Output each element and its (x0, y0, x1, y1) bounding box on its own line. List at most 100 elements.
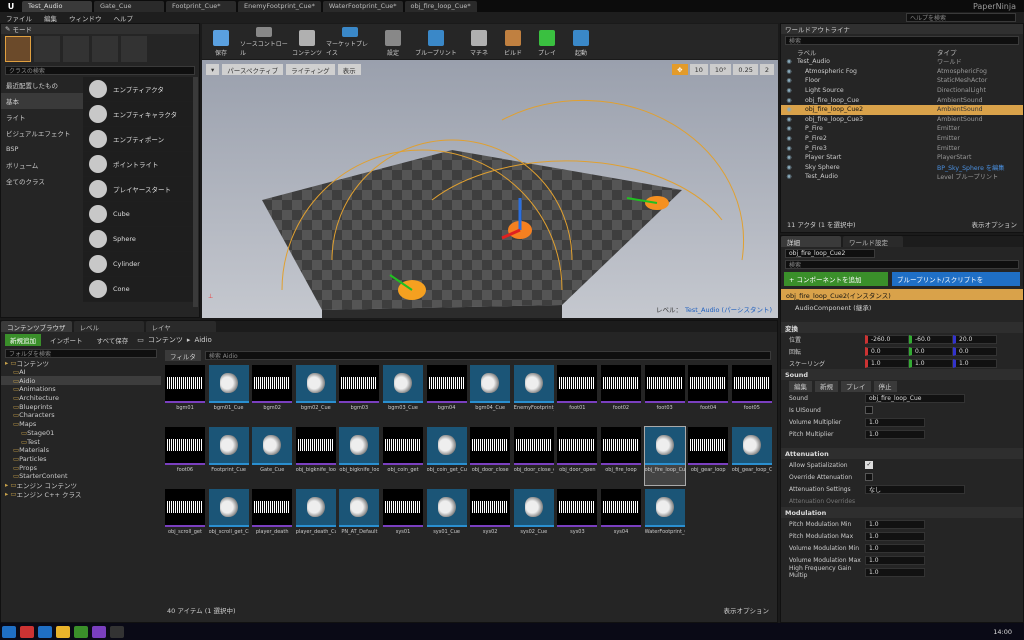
asset-search-input[interactable]: 検索 Aidio (204, 351, 771, 360)
scale-z[interactable]: 1.0 (953, 358, 997, 368)
asset-tile[interactable]: foot01 (557, 365, 598, 423)
component-row[interactable]: AudioComponent (継承) (781, 300, 1023, 314)
mode-category[interactable]: ライト (1, 109, 83, 125)
asset-tile[interactable]: EnemyFootprint_Cue (513, 365, 554, 423)
tab-world-settings[interactable]: ワールド設定 (843, 236, 903, 247)
outliner-row[interactable]: ◉ obj_fire_loop_Cue2 AmbientSound (781, 104, 1023, 115)
app-icon[interactable] (20, 625, 34, 638)
asset-tile[interactable]: obj_gear_loop (688, 427, 729, 485)
excel-icon[interactable] (74, 625, 88, 638)
landscape-mode-icon[interactable] (63, 36, 89, 62)
asset-tile[interactable]: bgm02_Cue (295, 365, 336, 423)
asset-tile[interactable]: PN_AT_Default (339, 489, 380, 547)
mode-category[interactable]: 全てのクラス (1, 173, 83, 189)
visibility-icon[interactable]: ◉ (781, 58, 797, 65)
rotation-z[interactable]: 0.0 (953, 346, 997, 356)
location-y[interactable]: -60.0 (909, 334, 953, 344)
vs-icon[interactable] (92, 625, 106, 638)
asset-tile[interactable]: bgm01_Cue (208, 365, 249, 423)
unreal-task-icon[interactable] (110, 625, 124, 638)
vol-max-field[interactable]: 1.0 (865, 555, 925, 565)
tab-details[interactable]: 詳細 (781, 236, 841, 247)
document-tab[interactable]: WaterFootprint_Cue* (322, 0, 403, 12)
folder-node[interactable]: ▭ Blueprints (1, 402, 161, 411)
asset-tile[interactable]: player_death (252, 489, 293, 547)
location-x[interactable]: -260.0 (865, 334, 909, 344)
rotation-y[interactable]: 0.0 (909, 346, 953, 356)
visibility-icon[interactable]: ◉ (781, 135, 797, 142)
is-ui-checkbox[interactable] (865, 406, 873, 414)
att-settings-field[interactable]: なし (865, 484, 965, 494)
path-root[interactable]: コンテンツ (148, 335, 183, 345)
toolbar-button[interactable]: ブループリント (412, 27, 460, 57)
outliner-row[interactable]: ◉ Floor StaticMeshActor (781, 76, 1023, 86)
toolbar-button[interactable]: プレイ (532, 27, 562, 57)
att-overrides-row[interactable]: Attenuation Overrides (781, 495, 1023, 507)
blueprint-script-button[interactable]: ブループリント/スクリプトを (892, 272, 1020, 286)
asset-tile[interactable]: sys03 (557, 489, 598, 547)
asset-view-options[interactable]: 表示オプション (724, 605, 770, 615)
save-all-button[interactable]: すべて保存 (92, 335, 134, 346)
asset-tile[interactable]: obj_door_close (470, 427, 511, 485)
modes-scrollbar[interactable] (193, 77, 198, 307)
outliner-row[interactable]: ◉ obj_fire_loop_Cue AmbientSound (781, 95, 1023, 105)
outliner-row[interactable]: ◉ P_Fire3 Emitter (781, 143, 1023, 153)
asset-tile[interactable]: bgm04_Cue (470, 365, 511, 423)
outliner-row[interactable]: ◉ P_Fire Emitter (781, 124, 1023, 134)
col-label[interactable]: ラベル (797, 47, 937, 57)
outliner-row[interactable]: ◉ Player Start PlayerStart (781, 153, 1023, 163)
modulation-section[interactable]: Modulation (781, 507, 1023, 518)
asset-tile[interactable]: foot03 (644, 365, 685, 423)
asset-tile[interactable]: player_death_Cue (295, 489, 336, 547)
folder-node[interactable]: ▭ Props (1, 463, 161, 472)
visibility-icon[interactable]: ◉ (781, 145, 797, 152)
folder-node[interactable]: ▭ Architecture (1, 394, 161, 403)
asset-tile[interactable]: WaterFootprint_Cue (644, 489, 685, 547)
transform-section[interactable]: 変換 (781, 322, 1023, 333)
folder-node[interactable]: ▸ ▭ コンテンツ (1, 359, 161, 368)
asset-tile[interactable]: obj_bigknife_loop_Cue (339, 427, 380, 485)
visibility-icon[interactable]: ◉ (781, 173, 797, 180)
menu-item[interactable]: ヘルプ (108, 13, 140, 23)
level-viewport[interactable]: ▾ パースペクティブ ライティング 表示 ✥ 10 10° 0.25 2 ⊥ レ… (202, 60, 778, 318)
geometry-mode-icon[interactable] (121, 36, 147, 62)
asset-tile[interactable]: bgm01 (165, 365, 205, 423)
asset-tile[interactable]: sys01 (383, 489, 423, 547)
asset-tile[interactable]: foot02 (601, 365, 641, 423)
pitch-mult-field[interactable]: 1.0 (865, 429, 925, 439)
visibility-icon[interactable]: ◉ (781, 116, 797, 123)
toolbar-button[interactable]: 起動 (566, 27, 596, 57)
folder-node[interactable]: ▭ AI (1, 368, 161, 377)
start-icon[interactable] (2, 625, 16, 638)
tab-level[interactable]: レベル (73, 321, 144, 332)
folder-node[interactable]: ▭ Maps (1, 420, 161, 429)
new-asset-button[interactable]: 新規追加 (5, 334, 41, 346)
placeable-item[interactable]: Sphere (83, 227, 193, 252)
asset-tile[interactable]: Footprint_Cue (208, 427, 249, 485)
tab-content-browser[interactable]: コンテンツブラウザ (1, 321, 72, 332)
play-button[interactable]: プレイ (841, 380, 871, 392)
visibility-icon[interactable]: ◉ (781, 164, 797, 171)
toolbar-button[interactable]: 設定 (378, 27, 408, 57)
filter-button[interactable]: フィルタ (165, 350, 201, 361)
mode-category[interactable]: 最近配置したもの (1, 77, 83, 93)
asset-tile[interactable]: obj_door_open (557, 427, 598, 485)
mode-category[interactable]: 基本 (1, 93, 83, 109)
visibility-icon[interactable]: ◉ (781, 87, 797, 94)
asset-tile[interactable]: sys02_Cue (513, 489, 554, 547)
document-tab[interactable]: obj_fire_loop_Cue* (404, 0, 477, 12)
asset-tile[interactable]: sys02 (470, 489, 511, 547)
mode-category[interactable]: ボリューム (1, 157, 83, 173)
asset-tile[interactable]: Gate_Cue (252, 427, 293, 485)
document-tab[interactable]: EnemyFootprint_Cue* (238, 0, 321, 12)
folder-node[interactable]: ▭ Animations (1, 385, 161, 394)
asset-tile[interactable]: sys01_Cue (426, 489, 467, 547)
browser-icon[interactable] (38, 625, 52, 638)
outliner-search-input[interactable]: 検索 (785, 36, 1019, 45)
asset-tile[interactable]: obj_scroll_get_Cue (208, 489, 249, 547)
attenuation-section[interactable]: Attenuation (781, 448, 1023, 459)
folder-node[interactable]: ▭ Stage01 (1, 429, 161, 438)
placeable-item[interactable]: Cone (83, 277, 193, 302)
details-search-input[interactable]: 検索 (785, 260, 1019, 269)
placeable-item[interactable]: エンプティアクタ (83, 77, 193, 102)
